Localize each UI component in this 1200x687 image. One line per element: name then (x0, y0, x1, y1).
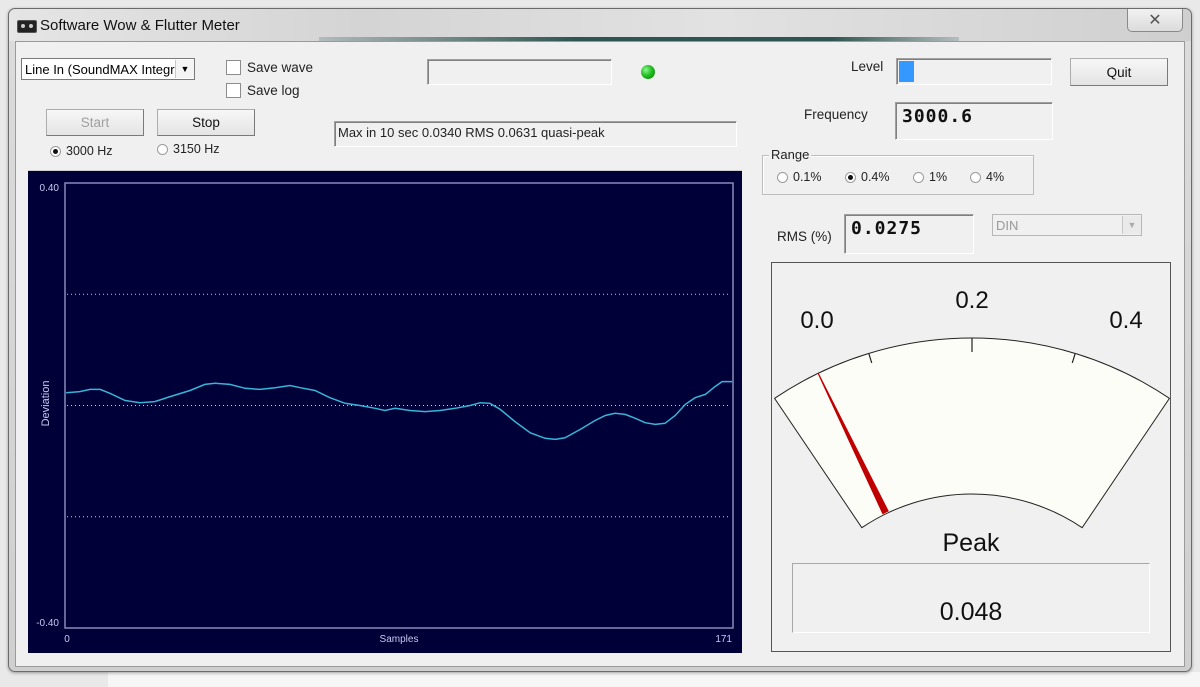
deviation-series-line (66, 380, 733, 441)
title-bar[interactable]: Software Wow & Flutter Meter ✕ (9, 9, 1191, 41)
peak-readout-value: 0.048 (939, 598, 1003, 626)
radio-range-0-4[interactable]: 0.4% (845, 170, 890, 184)
frequency-label: Frequency (804, 107, 868, 122)
radio-range-4-label: 4% (986, 170, 1005, 184)
range-group: Range 0.1% 0.4% 1% 4% (762, 147, 1034, 195)
radio-range-0-4-dot[interactable] (845, 171, 856, 183)
chevron-down-icon: ▼ (1122, 216, 1141, 234)
radio-range-4-dot[interactable] (970, 171, 981, 183)
status-indicator-light (641, 65, 655, 79)
range-label: Range (769, 147, 812, 162)
rms-label: RMS (%) (777, 229, 832, 244)
save-wave-checkbox[interactable]: Save wave (226, 60, 313, 75)
peak-readout-box: 0.048 (792, 563, 1150, 633)
level-meter (896, 58, 1052, 85)
x-tick-label-min: 0 (64, 634, 70, 645)
frequency-readout: 3000.6 (895, 102, 1053, 140)
save-log-checkbox-box[interactable] (226, 83, 241, 98)
save-log-checkbox[interactable]: Save log (226, 83, 300, 98)
meter-dial-svg: 0.0 0.2 0.4 (773, 287, 1170, 529)
y-tick-label-min: -0.40 (36, 618, 59, 629)
radio-3150hz-label: 3150 Hz (173, 142, 220, 156)
deviation-chart: 0.40 -0.40 0 171 Samples Deviation (28, 170, 742, 653)
input-device-value: Line In (SoundMAX Integra (25, 61, 175, 77)
chevron-down-icon: ▼ (175, 60, 194, 78)
level-meter-fill (899, 61, 914, 82)
x-tick-label-max: 171 (715, 634, 732, 645)
meter-caption: Peak (942, 529, 1000, 557)
rms-readout: 0.0275 (844, 214, 974, 254)
radio-range-0-1[interactable]: 0.1% (777, 170, 822, 184)
input-device-select[interactable]: Line In (SoundMAX Integra ▼ (21, 58, 195, 80)
measurement-summary: Max in 10 sec 0.0340 RMS 0.0631 quasi-pe… (334, 121, 737, 147)
radio-range-0-1-dot[interactable] (777, 171, 788, 183)
level-label: Level (851, 59, 884, 74)
radio-3000hz-label: 3000 Hz (66, 144, 113, 158)
weighting-value: DIN (996, 217, 1019, 233)
radio-3150hz-dot[interactable] (157, 143, 168, 155)
meter-scale-label-mid: 0.2 (955, 287, 988, 314)
meter-dial-face (773, 337, 1170, 529)
quit-button[interactable]: Quit (1070, 58, 1168, 86)
start-button[interactable]: Start (46, 109, 144, 136)
save-wave-label: Save wave (247, 60, 314, 75)
meter-scale-label-min: 0.0 (800, 307, 833, 334)
window-title: Software Wow & Flutter Meter (40, 17, 240, 34)
radio-range-4[interactable]: 4% (970, 170, 1004, 184)
stop-button[interactable]: Stop (157, 109, 255, 136)
deviation-chart-svg: 0.40 -0.40 0 171 Samples Deviation (36, 182, 734, 645)
peak-meter: 0.0 0.2 0.4 Peak 0.048 (771, 262, 1171, 652)
weighting-select[interactable]: DIN ▼ (992, 214, 1142, 236)
radio-3000hz-dot[interactable] (50, 145, 61, 157)
cassette-icon (17, 20, 37, 33)
y-axis-label: Deviation (40, 381, 52, 427)
status-field (427, 59, 612, 85)
radio-range-1-dot[interactable] (913, 171, 924, 183)
desktop-background (108, 672, 1200, 687)
radio-range-0-1-label: 0.1% (793, 170, 822, 184)
close-button[interactable]: ✕ (1127, 9, 1183, 32)
y-tick-label-max: 0.40 (40, 183, 60, 194)
close-icon: ✕ (1148, 12, 1162, 29)
meter-scale-label-max: 0.4 (1109, 307, 1142, 334)
radio-range-1[interactable]: 1% (913, 170, 947, 184)
radio-range-1-label: 1% (929, 170, 948, 184)
radio-3000hz[interactable]: 3000 Hz (50, 144, 113, 158)
radio-3150hz[interactable]: 3150 Hz (157, 142, 220, 156)
x-axis-label: Samples (380, 634, 419, 645)
save-log-label: Save log (247, 83, 300, 98)
radio-range-0-4-label: 0.4% (861, 170, 890, 184)
save-wave-checkbox-box[interactable] (226, 60, 241, 75)
